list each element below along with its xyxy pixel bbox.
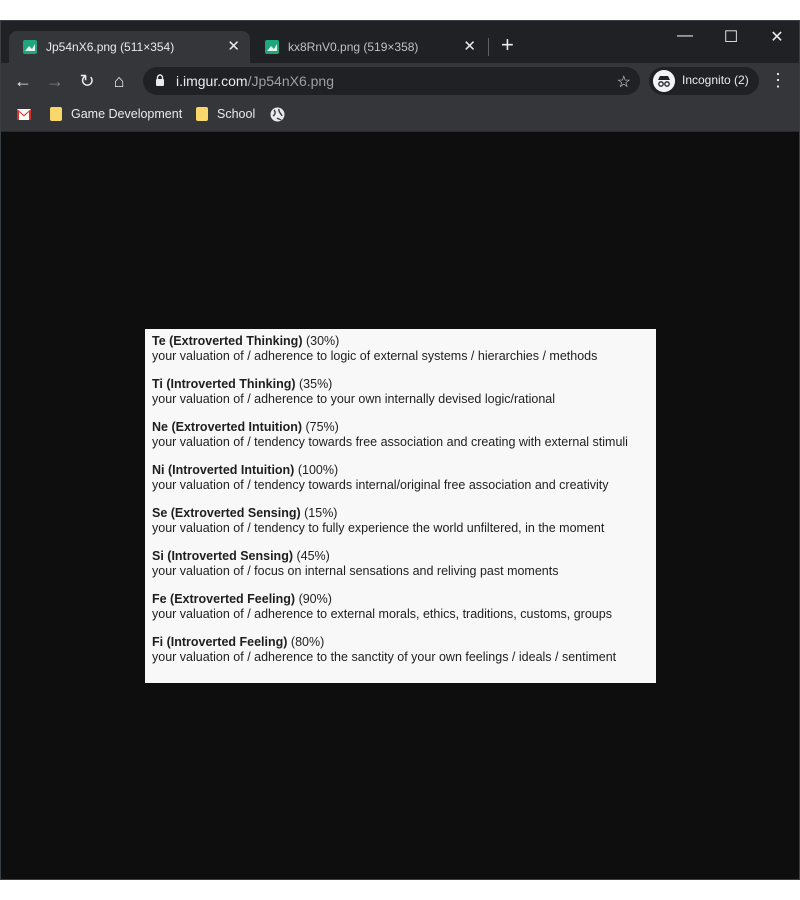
list-item: Ti (Introverted Thinking) (35%) your val… bbox=[152, 377, 656, 407]
bookmark-game-development[interactable]: Game Development bbox=[71, 107, 182, 121]
function-name: Fe (Extroverted Feeling) bbox=[152, 592, 296, 606]
image-file-icon bbox=[23, 40, 37, 54]
list-item: Fi (Introverted Feeling) (80%) your valu… bbox=[152, 635, 656, 665]
address-bar[interactable]: i.imgur.com/Jp54nX6.png ☆ bbox=[143, 67, 640, 95]
close-tab-icon[interactable]: ✕ bbox=[463, 37, 476, 55]
new-tab-button[interactable]: + bbox=[501, 34, 514, 56]
more-menu-icon[interactable]: ⋮ bbox=[769, 69, 787, 91]
tab-kx8rnv0[interactable]: kx8RnV0.png (519×358) ✕ bbox=[251, 31, 486, 63]
function-name: Si (Introverted Sensing) bbox=[152, 549, 293, 563]
function-percent: (45%) bbox=[293, 549, 330, 563]
home-button[interactable]: ⌂ bbox=[107, 69, 131, 93]
tab-strip: Jp54nX6.png (511×354) ✕ kx8RnV0.png (519… bbox=[1, 21, 799, 63]
function-name: Te (Extroverted Thinking) bbox=[152, 334, 303, 348]
list-item: Fe (Extroverted Feeling) (90%) your valu… bbox=[152, 592, 656, 622]
incognito-icon bbox=[653, 70, 675, 92]
url-host: i.imgur.com bbox=[176, 73, 248, 89]
list-item: Se (Extroverted Sensing) (15%) your valu… bbox=[152, 506, 656, 536]
function-name: Fi (Introverted Feeling) bbox=[152, 635, 288, 649]
bookmark-school[interactable]: School bbox=[217, 107, 255, 121]
minimize-button[interactable]: — bbox=[670, 27, 700, 45]
function-percent: (100%) bbox=[294, 463, 339, 477]
displayed-image: Te (Extroverted Thinking) (30%) your val… bbox=[145, 329, 656, 683]
tab-title: kx8RnV0.png (519×358) bbox=[288, 40, 419, 54]
tab-divider bbox=[488, 38, 489, 56]
function-name: Se (Extroverted Sensing) bbox=[152, 506, 301, 520]
folder-icon bbox=[196, 107, 208, 121]
list-item: Te (Extroverted Thinking) (30%) your val… bbox=[152, 334, 656, 364]
bookmark-star-icon[interactable]: ☆ bbox=[617, 72, 631, 92]
maximize-button[interactable]: ☐ bbox=[716, 27, 746, 47]
list-item: Ne (Extroverted Intuition) (75%) your va… bbox=[152, 420, 656, 450]
browser-window: Jp54nX6.png (511×354) ✕ kx8RnV0.png (519… bbox=[0, 20, 800, 880]
close-tab-icon[interactable]: ✕ bbox=[227, 37, 240, 55]
function-description: your valuation of / adherence to logic o… bbox=[152, 349, 598, 363]
function-percent: (30%) bbox=[302, 334, 340, 348]
function-percent: (75%) bbox=[302, 420, 339, 434]
back-button[interactable]: ← bbox=[11, 69, 35, 93]
page-viewport: Te (Extroverted Thinking) (30%) your val… bbox=[1, 132, 799, 879]
function-description: your valuation of / tendency to fully ex… bbox=[152, 521, 605, 535]
close-window-button[interactable]: ✕ bbox=[762, 27, 792, 47]
folder-icon bbox=[50, 107, 62, 121]
function-percent: (35%) bbox=[295, 377, 333, 391]
function-percent: (90%) bbox=[295, 592, 332, 606]
function-name: Ni (Introverted Intuition) bbox=[152, 463, 295, 477]
image-file-icon bbox=[265, 40, 279, 54]
function-description: your valuation of / tendency towards int… bbox=[152, 478, 609, 492]
function-description: your valuation of / adherence to the san… bbox=[152, 650, 617, 664]
globe-icon[interactable] bbox=[270, 107, 285, 122]
gmail-icon[interactable] bbox=[17, 109, 31, 120]
profile-label: Incognito (2) bbox=[682, 73, 749, 87]
url-text[interactable]: i.imgur.com/Jp54nX6.png bbox=[176, 73, 334, 89]
bookmarks-bar: Game Development School bbox=[1, 99, 799, 132]
url-path: /Jp54nX6.png bbox=[247, 73, 334, 89]
function-percent: (15%) bbox=[300, 506, 338, 520]
function-description: your valuation of / adherence to your ow… bbox=[152, 392, 556, 406]
tab-title: Jp54nX6.png (511×354) bbox=[46, 40, 175, 54]
function-description: your valuation of / adherence to externa… bbox=[152, 607, 612, 621]
reload-button[interactable]: ↻ bbox=[75, 69, 99, 93]
function-description: your valuation of / focus on internal se… bbox=[152, 564, 559, 578]
tab-jp54nx6[interactable]: Jp54nX6.png (511×354) ✕ bbox=[9, 31, 250, 63]
forward-button[interactable]: → bbox=[43, 69, 67, 93]
function-name: Ti (Introverted Thinking) bbox=[152, 377, 296, 391]
toolbar: ← → ↻ ⌂ i.imgur.com/Jp54nX6.png ☆ Incogn… bbox=[1, 63, 799, 99]
list-item: Ni (Introverted Intuition) (100%) your v… bbox=[152, 463, 656, 493]
function-name: Ne (Extroverted Intuition) bbox=[152, 420, 303, 434]
incognito-profile-button[interactable]: Incognito (2) bbox=[649, 67, 759, 95]
lock-icon bbox=[156, 74, 164, 86]
function-description: your valuation of / tendency towards fre… bbox=[152, 435, 628, 449]
list-item: Si (Introverted Sensing) (45%) your valu… bbox=[152, 549, 656, 579]
function-percent: (80%) bbox=[287, 635, 325, 649]
